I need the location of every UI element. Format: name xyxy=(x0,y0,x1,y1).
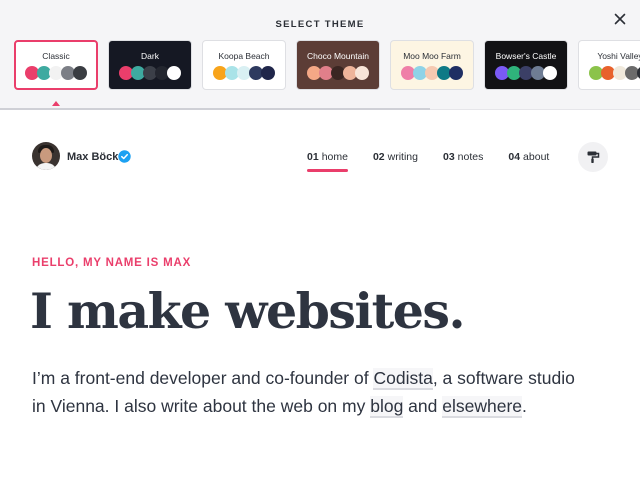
color-swatch xyxy=(355,66,369,80)
hero-eyebrow: HELLO, MY NAME IS MAX xyxy=(32,257,192,269)
nav-item-home[interactable]: 01 home xyxy=(307,151,348,172)
color-swatch xyxy=(167,66,181,80)
theme-option-label: Classic xyxy=(42,51,70,61)
theme-option-bowser-s-castle[interactable]: Bowser's Castle xyxy=(484,40,568,90)
theme-option-label: Koopa Beach xyxy=(218,51,270,61)
paint-roller-icon xyxy=(587,151,600,163)
site-name-link[interactable]: Max Böck xyxy=(67,151,118,163)
hero-intro: I’m a front-end developer and co-founder… xyxy=(32,368,575,418)
theme-option-label: Choco Mountain xyxy=(307,51,369,61)
close-button[interactable] xyxy=(612,11,628,27)
codista-link[interactable]: Codista xyxy=(373,368,433,390)
color-swatch xyxy=(543,66,557,80)
theme-option-moo-moo-farm[interactable]: Moo Moo Farm xyxy=(390,40,474,90)
blog-link[interactable]: blog xyxy=(370,396,404,418)
theme-option-classic[interactable]: Classic xyxy=(14,40,98,90)
close-icon xyxy=(614,13,626,25)
color-swatch xyxy=(73,66,87,80)
theme-swatches xyxy=(589,66,640,80)
hero-headline: I make websites. xyxy=(30,282,466,340)
theme-list: Classic Dark Koopa Beach Choco Mountain Moo … xyxy=(14,40,640,90)
theme-list-scrollbar[interactable] xyxy=(0,108,430,110)
theme-swatches xyxy=(25,66,87,80)
theme-option-label: Bowser's Castle xyxy=(495,51,557,61)
nav-item-writing[interactable]: 02 writing xyxy=(373,151,418,163)
theme-option-label: Dark xyxy=(141,51,159,61)
nav-item-about[interactable]: 04 about xyxy=(508,151,549,163)
selected-theme-caret xyxy=(52,101,60,106)
color-swatch xyxy=(261,66,275,80)
theme-option-label: Moo Moo Farm xyxy=(403,51,461,61)
nav-item-notes[interactable]: 03 notes xyxy=(443,151,483,163)
theme-swatches xyxy=(495,66,557,80)
main-nav: 01 home 02 writing 03 notes 04 about xyxy=(307,151,549,172)
avatar[interactable] xyxy=(32,142,60,170)
theme-swatches xyxy=(401,66,463,80)
theme-picker-panel: SELECT THEME Classic Dark Koopa Beach Choco… xyxy=(0,0,640,110)
site-header: Max Böck 01 home 02 writing 03 notes 04 abou… xyxy=(32,142,608,172)
theme-picker-title: SELECT THEME xyxy=(275,19,365,30)
theme-option-koopa-beach[interactable]: Koopa Beach xyxy=(202,40,286,90)
color-swatch xyxy=(449,66,463,80)
theme-option-label: Yoshi Valley xyxy=(597,51,640,61)
verified-badge-icon xyxy=(118,150,131,163)
theme-option-choco-mountain[interactable]: Choco Mountain xyxy=(296,40,380,90)
theme-toggle-button[interactable] xyxy=(578,142,608,172)
theme-option-dark[interactable]: Dark xyxy=(108,40,192,90)
elsewhere-link[interactable]: elsewhere xyxy=(442,396,523,418)
theme-swatches xyxy=(213,66,275,80)
theme-swatches xyxy=(307,66,369,80)
theme-swatches xyxy=(119,66,181,80)
theme-option-yoshi-valley[interactable]: Yoshi Valley xyxy=(578,40,640,90)
